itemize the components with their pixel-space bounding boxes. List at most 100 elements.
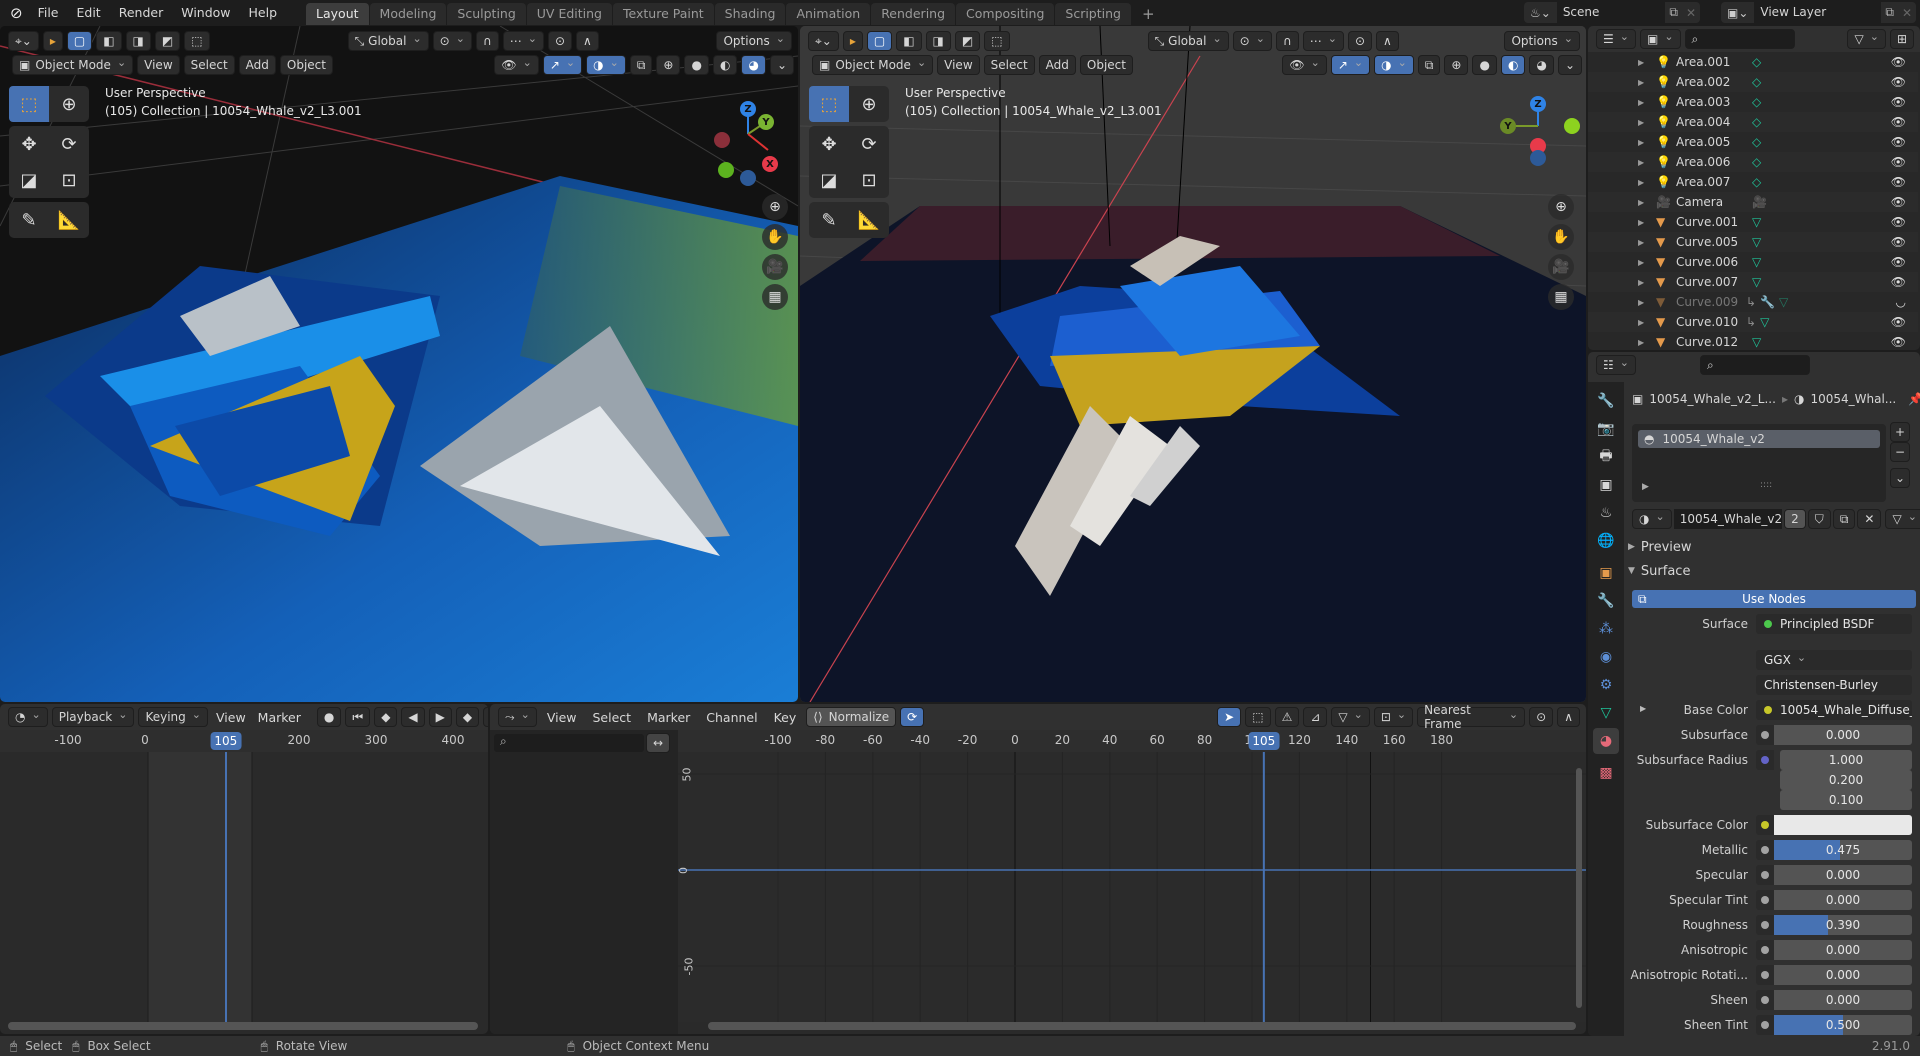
mesh-data-icon[interactable]: ▽ [1752,215,1761,229]
create-ghost-curves-icon[interactable]: ⊿ [1303,707,1328,727]
view-menu[interactable]: View [541,705,583,730]
distribution-dropdown[interactable]: GGX [1756,650,1912,670]
gizmo-y-axis[interactable]: Y [758,114,774,130]
expand-arrow-icon[interactable]: ▶ [1638,78,1656,87]
pan-hand-icon[interactable]: ✋ [762,224,788,250]
only-selected-icon[interactable]: ➤ [1217,707,1242,727]
properties-editor-type-icon[interactable]: ☷ [1596,355,1636,375]
eye-icon[interactable]: 👁 [1891,315,1906,329]
expand-arrow-icon[interactable]: ▶ [1638,158,1656,167]
socket-icon[interactable] [1756,750,1774,770]
overlay-toggle[interactable]: ◑ [586,55,626,75]
menu-help[interactable]: Help [240,0,287,25]
marker-menu[interactable]: Marker [254,705,305,730]
expand-arrow-icon[interactable]: ▶ [1638,258,1656,267]
outliner-item[interactable]: ▶ ▼ Curve.001 ▽ 👁 [1588,212,1918,232]
outliner-item-name[interactable]: Curve.012 [1676,335,1738,349]
outliner-item-name[interactable]: Camera [1676,195,1736,209]
light-data-icon[interactable]: ◇ [1752,95,1761,109]
annotate-tool-icon[interactable]: ✎ [9,202,49,238]
outliner-item[interactable]: ▶ 🎥 Camera 🎥 👁 [1588,192,1918,212]
material-slot-list[interactable]: ◓ 10054_Whale_v2 ▶ :::: [1632,424,1886,502]
rotate-tool-icon[interactable]: ⟳ [49,126,89,162]
current-frame-indicator[interactable]: 105 [210,732,242,750]
options-dropdown[interactable]: Options [1504,31,1580,51]
outliner-item[interactable]: ▶ 💡 Area.006 ◇ 👁 [1588,152,1918,172]
scene-name-field[interactable]: Scene [1556,2,1666,23]
outliner-item-name[interactable]: Curve.005 [1676,235,1738,249]
eye-icon[interactable]: 👁 [1891,235,1906,249]
material-tab-icon[interactable]: ◕ [1593,728,1619,754]
falloff-icon[interactable]: ∧ [576,31,599,51]
keying-menu[interactable]: Keying [138,707,208,727]
outliner-item[interactable]: ▶ 💡 Area.002 ◇ 👁 [1588,72,1918,92]
socket-icon[interactable] [1756,940,1774,960]
tab-rendering[interactable]: Rendering [871,3,956,25]
tab-sculpting[interactable]: Sculpting [447,3,526,25]
scene-tab-icon[interactable]: ♨ [1593,500,1619,526]
modifier-icon[interactable]: 🔧 [1760,295,1775,309]
list-resize-handle[interactable]: :::: [1760,480,1772,490]
eye-closed-icon[interactable]: ◡ [1896,295,1906,309]
light-data-icon[interactable]: ◇ [1752,155,1761,169]
snap-mode-dropdown[interactable]: Nearest Frame [1417,704,1526,731]
shading-options-dropdown[interactable]: ⌄ [1557,55,1582,75]
cursor-tool-icon[interactable]: ⊕ [849,86,889,122]
tab-compositing[interactable]: Compositing [956,3,1055,25]
select-box-tool-icon[interactable]: ⬚ [9,86,49,122]
outliner-item-name[interactable]: Area.005 [1676,135,1736,149]
select-tool-icon[interactable]: ▸ [842,31,863,51]
graph-vscrollbar[interactable] [1576,768,1582,1008]
subsurface-method-dropdown[interactable]: Christensen-Burley [1756,675,1912,695]
gizmo-toggle[interactable]: ↗ [1330,55,1371,75]
view-menu[interactable]: View [212,705,250,730]
timeline-ruler[interactable]: -100 0 200 300 400 105 [0,730,488,752]
shading-solid-icon[interactable]: ● [1472,55,1497,75]
object-menu[interactable]: Object [1079,55,1133,75]
shading-rendered-icon[interactable]: ◕ [1529,55,1554,75]
eye-icon[interactable]: 👁 [1891,95,1906,109]
prev-keyframe-icon[interactable]: ◆ [374,707,398,727]
select-menu[interactable]: Select [983,55,1035,75]
proportional-edit-icon[interactable]: ⊙ [547,31,573,51]
remove-material-slot-button[interactable]: − [1890,442,1910,462]
light-data-icon[interactable]: ◇ [1752,115,1761,129]
menu-edit[interactable]: Edit [68,0,110,25]
shading-rendered-icon[interactable]: ◕ [741,55,766,75]
auto-normalize-icon[interactable]: ⟳ [900,707,925,727]
tab-texture-paint[interactable]: Texture Paint [613,3,714,25]
eye-icon[interactable]: 👁 [1891,195,1906,209]
timeline-editor-type-icon[interactable]: ◔ [8,707,48,727]
channel-filter-toggle[interactable]: ↔ [646,733,671,753]
proportional-edit-icon[interactable]: ⊙ [1347,31,1373,51]
duplicate-scene-icon[interactable]: ⧉ [1665,5,1682,20]
select-mode-extend-icon[interactable]: ◧ [896,31,922,51]
select-mode-subtract-icon[interactable]: ◨ [125,31,151,51]
outliner-item[interactable]: ▶ 💡 Area.005 ◇ 👁 [1588,132,1918,152]
pivot-point-dropdown[interactable]: ⊙ [432,31,472,51]
jump-end-icon[interactable]: ⏭ [483,707,488,727]
properties-search-input[interactable]: ⌕ [1699,355,1810,375]
auto-keying-icon[interactable]: ● [316,707,342,727]
expand-arrow-icon[interactable]: ▶ [1638,278,1656,287]
socket-icon[interactable] [1756,840,1774,860]
visibility-dropdown[interactable]: 👁 [494,55,539,75]
outliner-item[interactable]: ▶ 💡 Area.003 ◇ 👁 [1588,92,1918,112]
gizmo-neg-z-axis[interactable] [740,170,756,186]
move-tool-icon[interactable]: ✥ [9,126,49,162]
socket-icon[interactable] [1756,990,1774,1010]
normalize-toggle[interactable]: ⟨⟩ Normalize [806,707,897,727]
pin-icon[interactable]: 📌 [1908,392,1920,406]
cursor-tool-icon[interactable]: ⊕ [49,86,89,122]
expand-arrow-icon[interactable]: ▶ [1638,298,1656,307]
snap-target-dropdown[interactable]: ⋯ [502,31,544,51]
key-menu[interactable]: Key [768,705,803,730]
menu-render[interactable]: Render [110,0,173,25]
subsurface-radius-field[interactable]: 1.000 [1780,750,1912,770]
select-mode-intersect-icon[interactable]: ⬚ [184,31,210,51]
channel-search-input[interactable]: ⌕ [494,734,644,752]
view-layer-name-field[interactable]: View Layer [1754,2,1882,23]
socket-icon[interactable] [1756,865,1774,885]
socket-icon[interactable] [1756,915,1774,935]
proportional-edit-icon[interactable]: ⊙ [1529,707,1554,727]
